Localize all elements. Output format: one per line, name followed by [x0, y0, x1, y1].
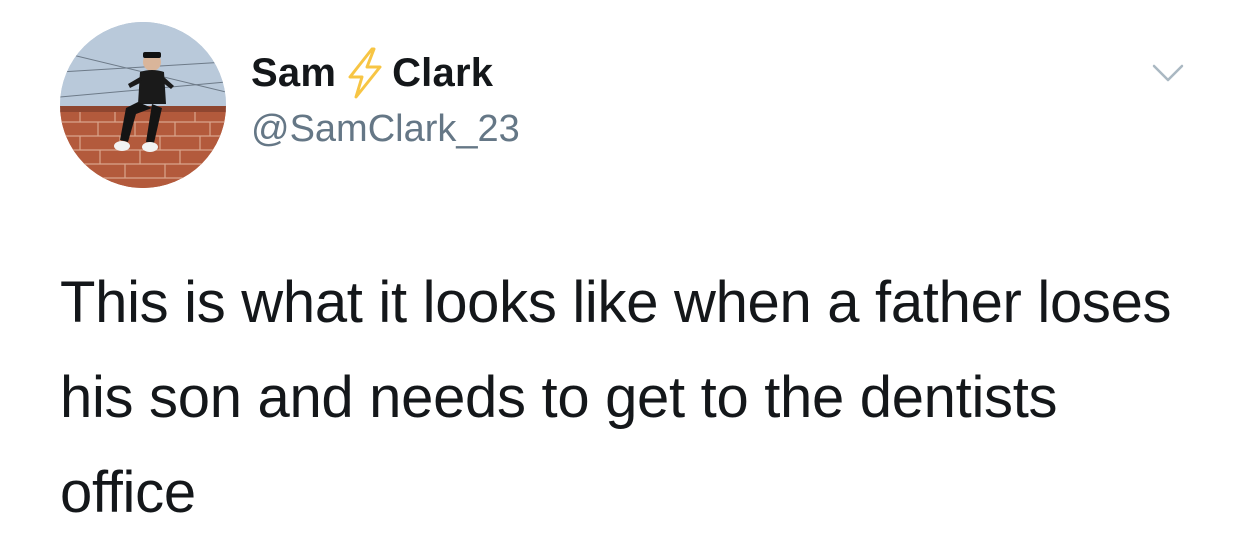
tweet-text: This is what it looks like when a father…: [60, 270, 1172, 525]
lightning-bolt-icon: [342, 47, 386, 99]
display-name[interactable]: Sam Clark: [251, 47, 494, 99]
avatar-photo: [60, 22, 226, 188]
avatar[interactable]: [60, 22, 226, 188]
display-name-last: Clark: [392, 51, 494, 95]
display-name-first: Sam: [251, 51, 337, 95]
tweet-card: Sam Clark @SamClark_23 This is what it l…: [0, 0, 1242, 554]
user-handle[interactable]: @SamClark_23: [251, 110, 520, 148]
chevron-down-icon[interactable]: [1150, 60, 1186, 88]
